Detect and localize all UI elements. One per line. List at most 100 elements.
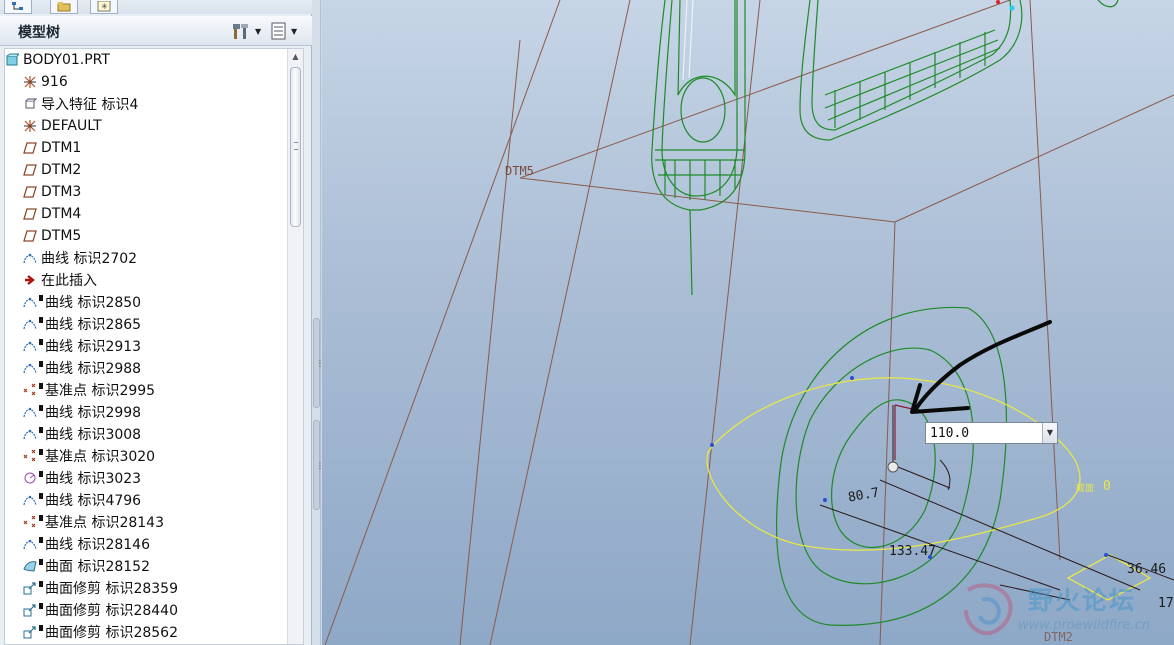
favorites-tab-icon: ✳ bbox=[97, 1, 111, 12]
tree-item[interactable]: 曲线 标识2850 bbox=[5, 291, 287, 313]
favorites-tab[interactable]: ✳ bbox=[90, 0, 118, 14]
curve-icon bbox=[23, 363, 37, 374]
collapse-handle-lower[interactable]: ⋮ bbox=[313, 420, 324, 510]
svg-text:✳: ✳ bbox=[101, 2, 108, 11]
tree-item[interactable]: 916 bbox=[5, 71, 287, 93]
tree-columns-icon bbox=[271, 22, 286, 40]
tree-item-label: 曲线 标识2998 bbox=[45, 405, 142, 421]
datum-point-icon bbox=[23, 515, 36, 528]
tree-item[interactable]: 曲线 标识2988 bbox=[5, 357, 287, 379]
watermark-title: 野火论坛 bbox=[1028, 586, 1137, 615]
tree-settings-icon bbox=[233, 24, 248, 39]
tree-item[interactable]: 基准点 标识28143 bbox=[5, 511, 287, 533]
folder-browser-tab[interactable] bbox=[50, 0, 78, 14]
chevron-down-icon[interactable]: ▼ bbox=[1042, 423, 1057, 443]
folder-browser-tab-icon bbox=[57, 2, 71, 12]
drag-handle[interactable] bbox=[887, 461, 899, 473]
tree-item[interactable]: 曲线 标识2702 bbox=[5, 247, 287, 269]
status-marker-icon bbox=[39, 339, 43, 345]
tree-item[interactable]: 曲面修剪 标识28440 bbox=[5, 599, 287, 621]
tree-item[interactable]: DTM4 bbox=[5, 203, 287, 225]
import-feature-icon bbox=[25, 98, 37, 109]
coordinate-system-icon bbox=[24, 76, 36, 88]
model-wireframe bbox=[651, 0, 1119, 296]
tree-item[interactable]: 曲面修剪 标识28562 bbox=[5, 621, 287, 643]
tree-item-label: DTM1 bbox=[41, 140, 82, 156]
dimension-value-input[interactable]: 110.0 ▼ bbox=[925, 422, 1058, 444]
curve-icon bbox=[23, 539, 37, 550]
collapse-handle-upper[interactable]: ⋮ bbox=[313, 318, 324, 408]
scroll-up-arrow-icon[interactable]: ▲ bbox=[288, 49, 303, 65]
tree-item-label: 基准点 标识2995 bbox=[45, 383, 156, 399]
tree-item-label: 曲面 标识28152 bbox=[45, 559, 150, 575]
chevron-down-icon: ▼ bbox=[255, 26, 262, 36]
tree-item-label: BODY01.PRT bbox=[23, 52, 110, 68]
wildfire-logo-icon bbox=[964, 583, 1013, 636]
tree-item-label: 导入特征 标识4 bbox=[41, 97, 139, 113]
surface-icon bbox=[23, 561, 37, 572]
tree-item-label: 曲面修剪 标识28359 bbox=[45, 581, 178, 597]
curve-icon bbox=[23, 319, 37, 330]
tree-item-label: 曲线 标识2913 bbox=[45, 339, 142, 355]
insert-here-arrow-icon bbox=[25, 275, 35, 285]
dimension-value-field[interactable]: 110.0 bbox=[926, 426, 1042, 441]
datum-plane-icon bbox=[23, 208, 37, 220]
panel-splitter[interactable]: ⋮ ⋮ bbox=[312, 0, 324, 645]
datum-point-icon bbox=[23, 449, 36, 462]
status-marker-icon bbox=[39, 383, 43, 389]
watermark-url: www.proewildfire.cn bbox=[1018, 618, 1151, 633]
tree-item[interactable]: DTM1 bbox=[5, 137, 287, 159]
status-marker-icon bbox=[39, 603, 43, 609]
model-tree-tab-icon bbox=[12, 2, 23, 10]
tree-item-label: 在此插入 bbox=[41, 273, 97, 289]
status-marker-icon bbox=[39, 581, 43, 587]
tree-settings-button[interactable]: ▼ bbox=[232, 21, 266, 41]
tree-item[interactable]: 在此插入 bbox=[5, 269, 287, 291]
watermark: 野火论坛 www.proewildfire.cn bbox=[960, 578, 1170, 640]
tree-scrollbar[interactable]: ▲ bbox=[287, 49, 303, 644]
tree-item[interactable]: DTM3 bbox=[5, 181, 287, 203]
scrollbar-thumb[interactable] bbox=[290, 67, 301, 227]
tree-item-label: 曲线 标识2988 bbox=[45, 361, 142, 377]
graphics-window[interactable]: DTM5 DTM2 80.7 133.47 36.46 17 截面 0 bbox=[322, 0, 1174, 645]
dimension-value[interactable]: 36.46 bbox=[1127, 562, 1166, 577]
tree-root-item[interactable]: BODY01.PRT bbox=[5, 49, 287, 71]
tree-columns-button[interactable]: ▼ bbox=[270, 21, 304, 41]
curve-icon bbox=[23, 495, 37, 506]
tree-item-label: 基准点 标识3020 bbox=[45, 449, 156, 465]
status-marker-icon bbox=[39, 625, 43, 631]
tree-item-label: DTM2 bbox=[41, 162, 82, 178]
tree-item[interactable]: 曲线 标识28146 bbox=[5, 533, 287, 555]
model-tree-header: 模型树 ▼ ▼ bbox=[0, 16, 312, 46]
tree-item[interactable]: 曲面 标识28152 bbox=[5, 555, 287, 577]
dimension-value[interactable]: 133.47 bbox=[889, 544, 936, 559]
curve-icon bbox=[23, 341, 37, 352]
status-marker-icon bbox=[39, 361, 43, 367]
tree-item[interactable]: 基准点 标识3020 bbox=[5, 445, 287, 467]
status-marker-icon bbox=[39, 493, 43, 499]
tree-item-label: 916 bbox=[41, 74, 68, 90]
tree-item[interactable]: 导入特征 标识4 bbox=[5, 93, 287, 115]
status-marker-icon bbox=[39, 295, 43, 301]
tree-item[interactable]: DEFAULT bbox=[5, 115, 287, 137]
status-marker-icon bbox=[39, 559, 43, 565]
tree-item-label: DTM5 bbox=[41, 228, 82, 244]
tree-item[interactable]: 曲线 标识2865 bbox=[5, 313, 287, 335]
scrollbar-grip bbox=[294, 142, 298, 150]
tree-item-label: 曲线 标识3008 bbox=[45, 427, 142, 443]
status-marker-icon bbox=[39, 449, 43, 455]
tree-item-label: 曲线 标识4796 bbox=[45, 493, 142, 509]
model-tree-tab[interactable] bbox=[4, 0, 32, 14]
tree-item[interactable]: 基准点 标识2995 bbox=[5, 379, 287, 401]
datum-label-dtm5: DTM5 bbox=[505, 164, 534, 178]
tree-item[interactable]: 曲线 标识2913 bbox=[5, 335, 287, 357]
tree-item[interactable]: 曲面修剪 标识28359 bbox=[5, 577, 287, 599]
tree-item[interactable]: 曲线 标识3023 bbox=[5, 467, 287, 489]
status-marker-icon bbox=[39, 471, 43, 477]
tree-item[interactable]: 曲线 标识2998 bbox=[5, 401, 287, 423]
tree-item[interactable]: 曲线 标识3008 bbox=[5, 423, 287, 445]
tree-item[interactable]: DTM5 bbox=[5, 225, 287, 247]
tree-item[interactable]: DTM2 bbox=[5, 159, 287, 181]
tree-item[interactable]: 曲线 标识4796 bbox=[5, 489, 287, 511]
datum-plane-icon bbox=[23, 230, 37, 242]
